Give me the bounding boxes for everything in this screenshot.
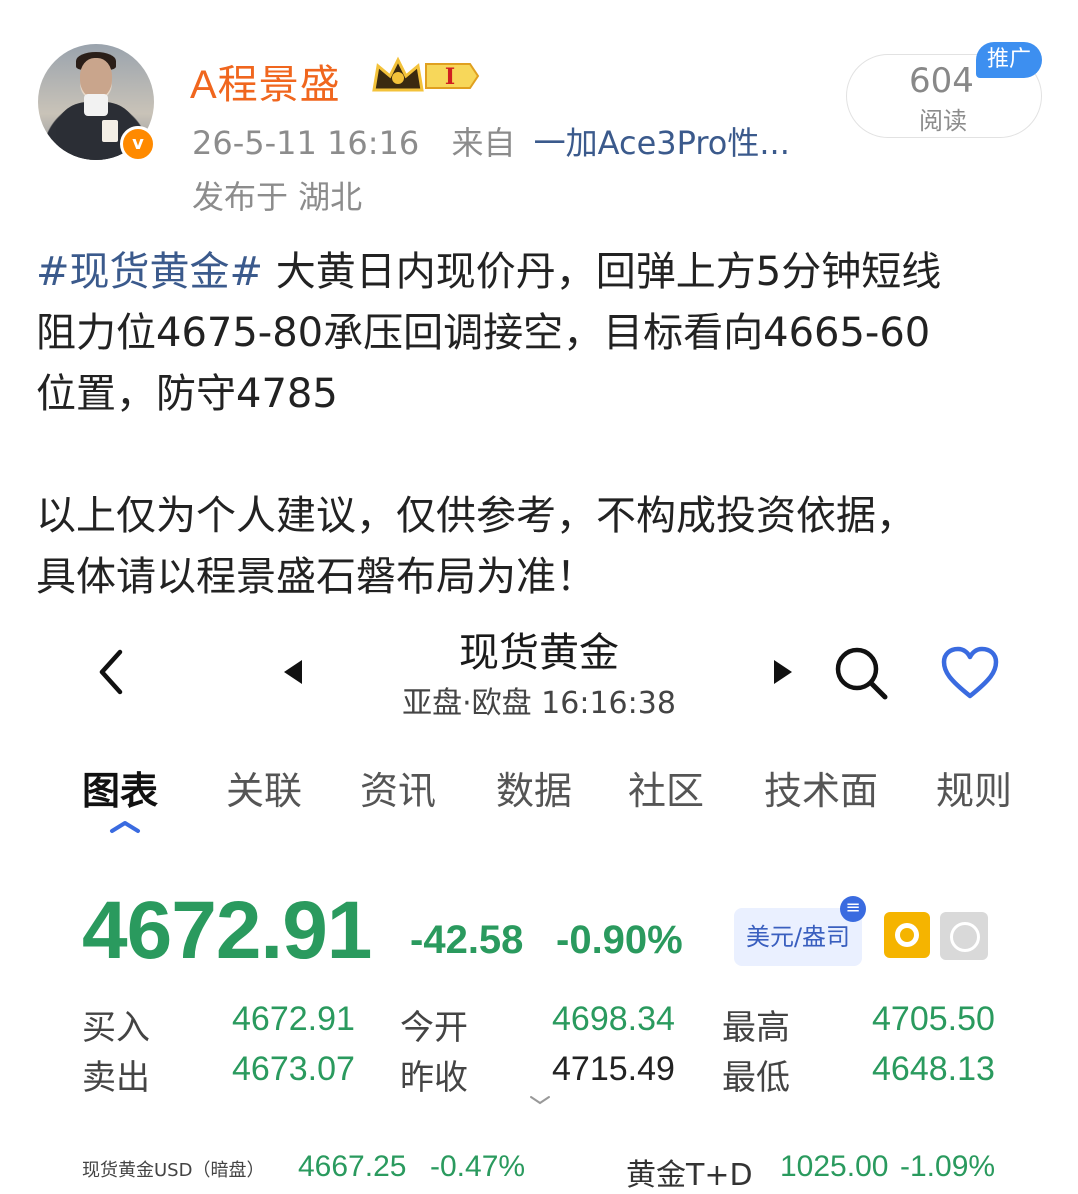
- quote-title: 现货黄金: [459, 630, 619, 676]
- crown-level-icon: I: [372, 56, 480, 92]
- related-name[interactable]: 现货黄金USD（暗盘）: [82, 1156, 264, 1182]
- expand-chevron-icon[interactable]: [528, 1094, 552, 1106]
- body-line: 阻力位4675-80承压回调接空，目标看向4665-60: [36, 310, 931, 356]
- unit-menu-icon[interactable]: ≡: [840, 896, 866, 922]
- low-label: 最低: [722, 1058, 790, 1098]
- sell-value: 4673.07: [232, 1050, 355, 1088]
- post-body: #现货黄金# 大黄日内现价丹，回弹上方5分钟短线 阻力位4675-80承压回调接…: [36, 242, 1046, 608]
- verified-badge-icon: v: [120, 126, 156, 162]
- related-name[interactable]: 黄金T+D: [626, 1150, 753, 1194]
- tab-news[interactable]: 资讯: [360, 760, 436, 815]
- prev-close-label: 昨收: [400, 1058, 468, 1098]
- sell-label: 卖出: [82, 1058, 150, 1098]
- low-value: 4648.13: [872, 1050, 995, 1088]
- source-prefix: 来自: [451, 124, 516, 162]
- high-value: 4705.50: [872, 1000, 995, 1038]
- tab-chart[interactable]: 图表: [82, 760, 158, 815]
- high-label: 最高: [722, 1008, 790, 1048]
- post-meta: 26-5-11 16:16 来自 一加Ace3Pro性...: [192, 118, 790, 164]
- quote-tabs: 图表 关联 资讯 数据 社区 技术面 规则: [0, 760, 1078, 820]
- related-pct: -1.09%: [900, 1150, 996, 1183]
- open-label: 今开: [400, 1008, 468, 1048]
- buy-label: 买入: [82, 1008, 150, 1048]
- open-value: 4698.34: [552, 1000, 675, 1038]
- price-change: -42.58: [410, 918, 524, 962]
- price-change-pct: -0.90%: [556, 918, 683, 962]
- level-badge: I: [445, 64, 455, 90]
- next-arrow-icon[interactable]: [774, 660, 792, 684]
- timestamp: 26-5-11 16:16: [192, 124, 420, 162]
- location: 发布于 湖北: [192, 178, 363, 216]
- username[interactable]: A程景盛: [190, 52, 341, 110]
- tab-related[interactable]: 关联: [226, 760, 302, 815]
- related-price: 1025.00: [780, 1150, 889, 1183]
- tab-technical[interactable]: 技术面: [764, 760, 878, 815]
- buy-value: 4672.91: [232, 1000, 355, 1038]
- related-price: 4667.25: [298, 1150, 407, 1183]
- hashtag-link[interactable]: #现货黄金#: [36, 249, 263, 295]
- read-count: 604: [909, 61, 974, 101]
- read-label: 阅读: [919, 107, 967, 135]
- current-price: 4672.91: [82, 885, 372, 976]
- ad-tag: 推广: [976, 42, 1042, 78]
- device-link[interactable]: 一加Ace3Pro性...: [534, 124, 790, 162]
- related-pct: -0.47%: [430, 1150, 526, 1183]
- heart-icon[interactable]: [940, 646, 1000, 700]
- body-line: 具体请以程景盛石磐布局为准！: [36, 554, 596, 600]
- tab-data[interactable]: 数据: [496, 760, 572, 815]
- active-tab-indicator-icon: [110, 821, 140, 833]
- search-icon[interactable]: [832, 644, 890, 702]
- body-line: 以上仅为个人建议，仅供参考，不构成投资依据，: [36, 493, 916, 539]
- quote-subtitle: 亚盘·欧盘 16:16:38: [402, 686, 676, 721]
- tab-community[interactable]: 社区: [628, 760, 704, 815]
- tab-rules[interactable]: 规则: [936, 760, 1012, 815]
- body-line: 位置，防守4785: [36, 371, 338, 417]
- gold-coin-icon[interactable]: [884, 912, 930, 958]
- chat-icon[interactable]: [940, 912, 988, 960]
- body-line: 大黄日内现价丹，回弹上方5分钟短线: [263, 249, 942, 295]
- prev-close-value: 4715.49: [552, 1050, 675, 1088]
